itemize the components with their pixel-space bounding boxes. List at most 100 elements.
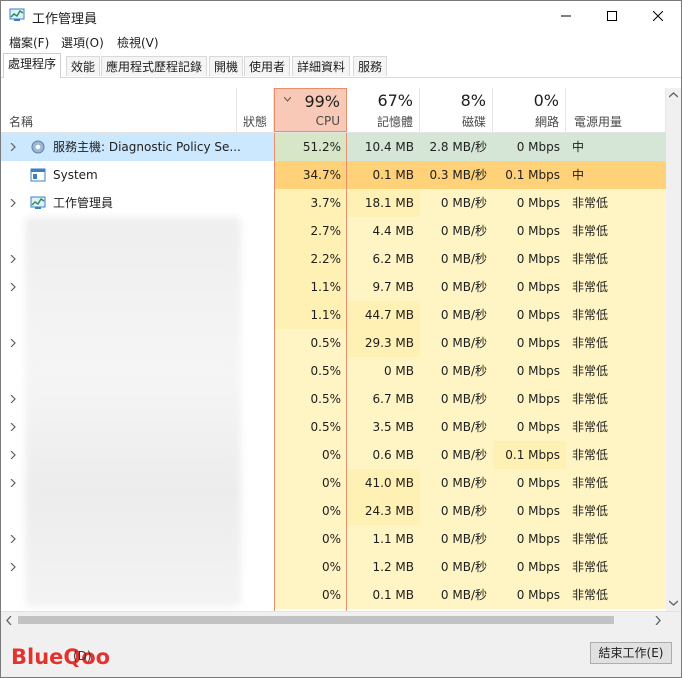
expand-chevron-icon[interactable] <box>10 199 16 207</box>
gear-icon <box>31 140 45 154</box>
network-cell: 0 Mbps <box>493 189 566 217</box>
expand-chevron-icon[interactable] <box>10 255 16 263</box>
column-power-label: 電源用量 <box>574 115 623 129</box>
end-task-button[interactable]: 結束工作(E) <box>590 642 672 664</box>
horizontal-scroll-thumb[interactable] <box>18 616 614 624</box>
memory-cell: 41.0 MB <box>347 469 420 497</box>
tab-startup[interactable]: 開機 <box>209 56 244 76</box>
cpu-total-percent: 99% <box>304 92 340 111</box>
disk-cell: 0 MB/秒 <box>420 553 493 581</box>
maximize-button[interactable] <box>589 1 635 31</box>
column-memory[interactable]: 67% 記憶體 <box>347 88 420 132</box>
column-network[interactable]: 0% 網路 <box>493 88 566 132</box>
network-cell: 0 Mbps <box>493 133 566 161</box>
network-cell: 0 Mbps <box>493 357 566 385</box>
table-row[interactable]: 工作管理員 3.7% 18.1 MB 0 MB/秒 0 Mbps 非常低 <box>1 189 666 217</box>
memory-cell: 1.1 MB <box>347 525 420 553</box>
vertical-scrollbar[interactable] <box>666 88 681 611</box>
column-power[interactable]: 電源用量 <box>566 88 666 132</box>
power-usage-cell: 非常低 <box>566 413 666 441</box>
expand-chevron-icon[interactable] <box>10 563 16 571</box>
task-manager-icon <box>30 196 46 209</box>
memory-cell: 29.3 MB <box>347 329 420 357</box>
disk-cell: 0 MB/秒 <box>420 469 493 497</box>
expand-chevron-icon[interactable] <box>10 283 16 291</box>
cpu-cell: 0.5% <box>274 413 347 441</box>
memory-cell: 10.4 MB <box>347 133 420 161</box>
network-cell: 0 Mbps <box>493 245 566 273</box>
task-manager-window: 工作管理員 檔案(F) 選項(O) 檢視(V) 處理程序 效能 應用程式歷程記錄… <box>0 0 682 678</box>
footer-bar: BlueQoo (D) 結束工作(E) <box>1 629 681 677</box>
column-name[interactable]: 名稱 <box>1 88 237 132</box>
title-bar[interactable]: 工作管理員 <box>1 1 681 31</box>
brand-watermark: BlueQoo <box>11 645 111 669</box>
scroll-right-icon[interactable] <box>655 616 661 625</box>
disk-cell: 0.3 MB/秒 <box>420 161 493 189</box>
cpu-cell: 0.5% <box>274 329 347 357</box>
system-window-icon <box>30 168 46 182</box>
disk-cell: 0 MB/秒 <box>420 497 493 525</box>
close-button[interactable] <box>635 1 681 31</box>
menu-view[interactable]: 檢視(V) <box>117 34 159 51</box>
power-usage-cell: 非常低 <box>566 273 666 301</box>
table-row[interactable]: System 34.7% 0.1 MB 0.3 MB/秒 0.1 Mbps 中 <box>1 161 666 189</box>
column-memory-label: 記憶體 <box>376 115 413 129</box>
memory-cell: 0 MB <box>347 357 420 385</box>
disk-total-percent: 8% <box>460 91 486 110</box>
expand-chevron-icon[interactable] <box>10 479 16 487</box>
tab-services[interactable]: 服務 <box>353 56 388 76</box>
power-usage-cell: 非常低 <box>566 581 666 609</box>
cpu-cell: 0.5% <box>274 357 347 385</box>
process-list: 服務主機: Diagnostic Policy Se... 51.2% 10.4 M… <box>1 133 666 611</box>
expand-chevron-icon[interactable] <box>10 451 16 459</box>
column-disk[interactable]: 8% 磁碟 <box>420 88 493 132</box>
disk-cell: 0 MB/秒 <box>420 581 493 609</box>
memory-cell: 0.1 MB <box>347 581 420 609</box>
column-status[interactable]: 狀態 <box>237 88 274 132</box>
disk-cell: 0 MB/秒 <box>420 329 493 357</box>
disk-cell: 0 MB/秒 <box>420 385 493 413</box>
table-row[interactable]: 服務主機: Diagnostic Policy Se... 51.2% 10.4 M… <box>1 133 666 161</box>
fewer-details-link[interactable]: (D) <box>73 649 92 663</box>
disk-cell: 0 MB/秒 <box>420 245 493 273</box>
tab-details[interactable]: 詳細資料 <box>292 56 351 76</box>
tab-users[interactable]: 使用者 <box>244 56 291 76</box>
memory-cell: 44.7 MB <box>347 301 420 329</box>
column-disk-label: 磁碟 <box>461 115 486 129</box>
scroll-left-icon[interactable] <box>6 616 12 625</box>
horizontal-scrollbar[interactable] <box>1 611 681 629</box>
expand-chevron-icon[interactable] <box>10 423 16 431</box>
memory-cell: 24.3 MB <box>347 497 420 525</box>
menu-bar: 檔案(F) 選項(O) 檢視(V) <box>1 32 681 52</box>
network-cell: 0 Mbps <box>493 413 566 441</box>
column-header: 名稱 狀態 99% CPU 67% 記憶體 8% 磁碟 0% 網路 電源用量 <box>1 88 666 133</box>
cpu-cell: 1.1% <box>274 301 347 329</box>
network-cell: 0 Mbps <box>493 329 566 357</box>
tab-performance[interactable]: 效能 <box>66 56 101 76</box>
tab-app-history[interactable]: 應用程式歷程記錄 <box>101 56 208 76</box>
column-name-label: 名稱 <box>9 115 34 129</box>
menu-options[interactable]: 選項(O) <box>61 34 104 51</box>
power-usage-cell: 非常低 <box>566 441 666 469</box>
column-network-label: 網路 <box>534 115 559 129</box>
expand-chevron-icon[interactable] <box>10 143 16 151</box>
disk-cell: 0 MB/秒 <box>420 217 493 245</box>
column-cpu[interactable]: 99% CPU <box>274 88 347 132</box>
process-name: 工作管理員 <box>53 196 114 210</box>
column-cpu-label: CPU <box>315 114 340 128</box>
expand-chevron-icon[interactable] <box>10 339 16 347</box>
tab-processes[interactable]: 處理程序 <box>3 53 62 78</box>
network-cell: 0 Mbps <box>493 469 566 497</box>
minimize-button[interactable] <box>543 1 589 31</box>
power-usage-cell: 非常低 <box>566 217 666 245</box>
maximize-icon <box>607 11 617 21</box>
cpu-cell: 0% <box>274 525 347 553</box>
power-usage-cell: 中 <box>566 133 666 161</box>
power-usage-cell: 非常低 <box>566 245 666 273</box>
scroll-down-icon[interactable] <box>669 600 678 606</box>
expand-chevron-icon[interactable] <box>10 535 16 543</box>
expand-chevron-icon[interactable] <box>10 395 16 403</box>
cpu-cell: 0% <box>274 553 347 581</box>
scroll-up-icon[interactable] <box>669 92 678 98</box>
menu-file[interactable]: 檔案(F) <box>9 34 49 51</box>
